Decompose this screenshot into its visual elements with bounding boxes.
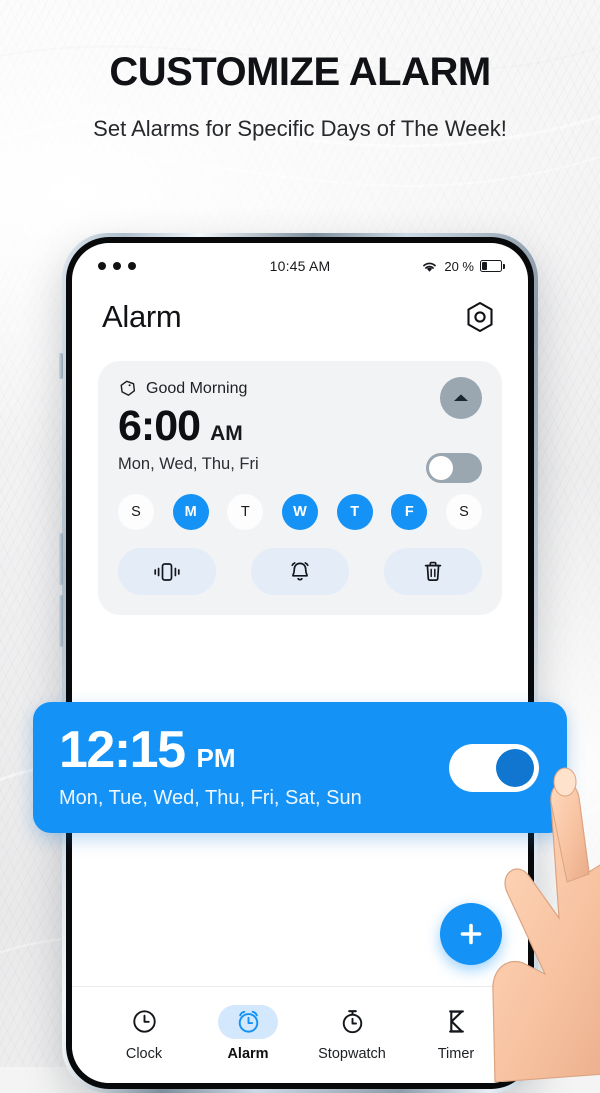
alarm-enable-toggle[interactable]: [426, 453, 482, 483]
stopwatch-icon-wrap: [322, 1005, 382, 1039]
day-toggle-monday[interactable]: M: [172, 494, 209, 530]
promo-subtitle: Set Alarms for Specific Days of The Week…: [93, 116, 507, 141]
settings-hexagon-icon[interactable]: [462, 299, 498, 335]
plus-icon: [460, 923, 482, 945]
phone-mockup: 10:45 AM 20 % Alarm Good Morning 6:00 AM…: [59, 233, 538, 1093]
nav-label-stopwatch: Stopwatch: [318, 1045, 386, 1062]
battery-icon: [480, 260, 506, 272]
day-toggle-tuesday[interactable]: T: [227, 494, 264, 530]
status-bar: 10:45 AM 20 %: [72, 243, 528, 289]
day-selector: S M T W T F S: [118, 494, 482, 530]
alarm-icon-wrap: [218, 1004, 278, 1039]
day-toggle-friday[interactable]: F: [391, 494, 428, 530]
phone-volume-down-button[interactable]: [59, 595, 63, 647]
day-toggle-thursday[interactable]: T: [336, 494, 373, 530]
app-header: Alarm: [72, 289, 528, 335]
stopwatch-icon: [342, 1010, 362, 1034]
phone-volume-up-button[interactable]: [59, 533, 63, 585]
promo-title: CUSTOMIZE ALARM: [109, 50, 491, 94]
alarm-clock-icon: [238, 1010, 258, 1033]
trash-icon: [424, 561, 442, 581]
alarm-actions: [118, 548, 482, 595]
phone-screen: 10:45 AM 20 % Alarm Good Morning 6:00 AM…: [72, 243, 528, 1083]
timer-icon-wrap: [426, 1005, 486, 1039]
chevron-up-icon: [454, 394, 468, 401]
clock-icon-wrap: [114, 1005, 174, 1039]
clock-icon: [132, 1010, 156, 1033]
day-toggle-saturday[interactable]: S: [445, 494, 482, 530]
status-bar-time: 10:45 AM: [269, 258, 331, 274]
nav-item-timer[interactable]: Timer: [404, 1005, 508, 1062]
nav-item-alarm[interactable]: Alarm: [196, 1004, 300, 1062]
alarm-card[interactable]: Good Morning 6:00 AM Mon, Wed, Thu, Fri …: [98, 361, 502, 615]
alarm-label: Good Morning: [146, 379, 248, 397]
tag-icon: [120, 380, 136, 396]
highlighted-alarm-toggle[interactable]: [449, 744, 539, 792]
hourglass-icon: [448, 1010, 464, 1033]
promo-header: CUSTOMIZE ALARM Set Alarms for Specific …: [0, 0, 600, 144]
collapse-alarm-button[interactable]: [440, 377, 482, 419]
phone-bezel: 10:45 AM 20 % Alarm Good Morning 6:00 AM…: [66, 237, 534, 1089]
nav-item-clock[interactable]: Clock: [92, 1005, 196, 1062]
nav-item-stopwatch[interactable]: Stopwatch: [300, 1005, 404, 1062]
page-title: Alarm: [102, 299, 182, 334]
alarm-time: 6:00: [118, 402, 201, 450]
nav-label-timer: Timer: [437, 1045, 475, 1062]
ringtone-button[interactable]: [251, 548, 349, 595]
highlighted-alarm-card[interactable]: 12:15 PM Mon, Tue, Wed, Thu, Fri, Sat, S…: [33, 702, 567, 833]
day-toggle-sunday[interactable]: S: [118, 494, 154, 530]
phone-mute-button[interactable]: [59, 353, 63, 379]
bell-icon: [291, 561, 309, 580]
alarm-meridiem: AM: [210, 422, 243, 445]
alarm-label-row: Good Morning: [118, 379, 482, 398]
vibrate-button[interactable]: [118, 548, 216, 595]
highlighted-alarm-time: 12:15: [59, 721, 186, 779]
delete-button[interactable]: [384, 548, 482, 595]
nav-label-alarm: Alarm: [227, 1045, 269, 1062]
nav-label-clock: Clock: [125, 1045, 163, 1062]
vibrate-icon: [154, 562, 180, 581]
alarm-time-row: 6:00 AM: [118, 402, 482, 451]
highlighted-alarm-meridiem: PM: [196, 743, 236, 773]
bottom-navigation: Clock Alarm Stopwatch Timer: [72, 986, 528, 1083]
add-alarm-button[interactable]: [440, 903, 502, 965]
day-toggle-wednesday[interactable]: W: [281, 494, 318, 530]
